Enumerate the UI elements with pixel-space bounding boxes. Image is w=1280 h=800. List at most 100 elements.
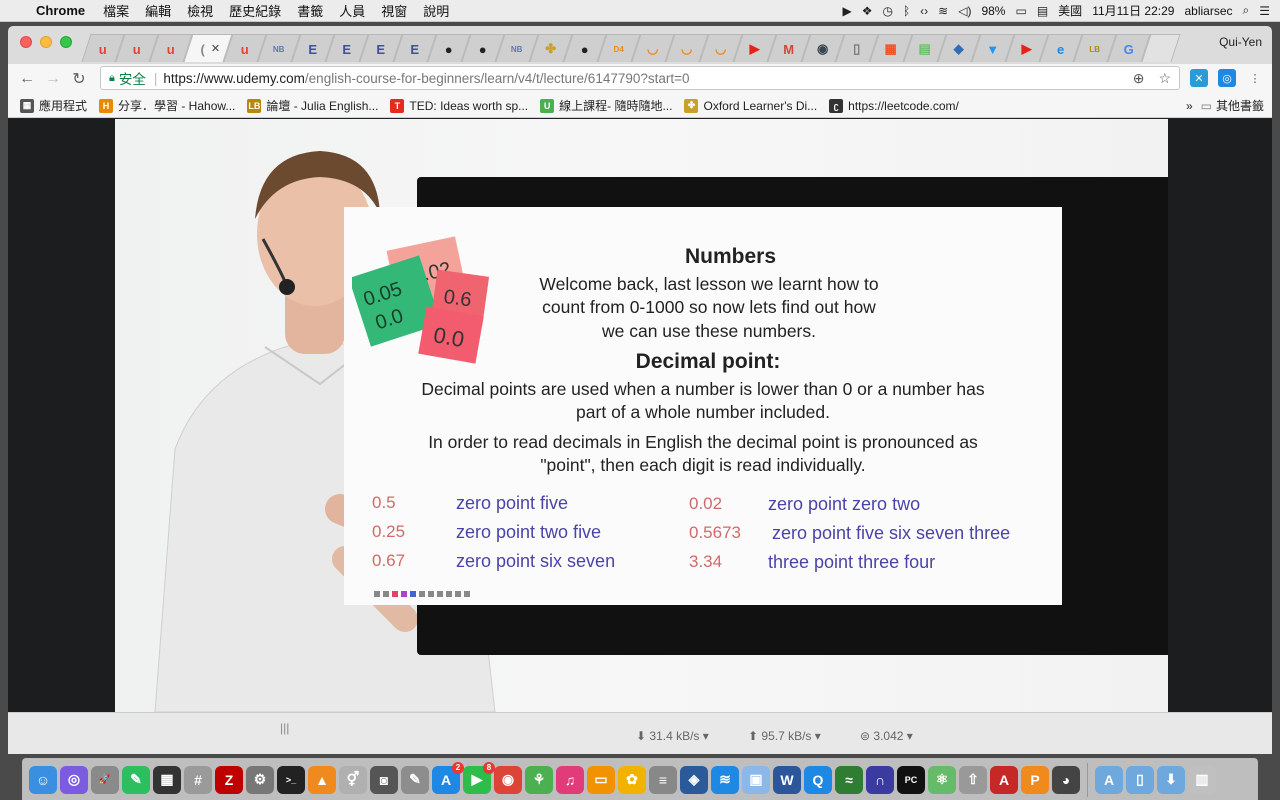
bookmark-item[interactable]: ▦ 應用程式 xyxy=(20,97,87,114)
preview-icon[interactable]: ▣ xyxy=(742,765,770,794)
rocket-icon[interactable]: ⇧ xyxy=(959,765,987,794)
filezilla-icon[interactable]: Z xyxy=(215,765,243,794)
spotlight-icon[interactable]: ⌕ xyxy=(1243,3,1250,18)
profile-button[interactable]: Qui-Yen xyxy=(1219,35,1262,49)
zoom-icon[interactable]: ⊕ xyxy=(1133,70,1145,87)
input-source[interactable]: 美國 xyxy=(1058,2,1082,19)
downloads-folder-icon[interactable]: ⬇ xyxy=(1157,765,1185,794)
menu-history[interactable]: 歷史紀錄 xyxy=(229,1,281,20)
applications-folder-icon[interactable]: A xyxy=(1095,765,1123,794)
address-bar[interactable]: 🔒︎ 安全 | https://www.udemy.com /english-c… xyxy=(100,66,1180,90)
github-icon: ● xyxy=(444,41,453,56)
qq-icon[interactable]: Q xyxy=(804,765,832,794)
monitor-icon[interactable]: ▦ xyxy=(153,765,181,794)
dropbox-icon[interactable]: ❖ xyxy=(862,4,873,18)
volume-icon[interactable]: ◁) xyxy=(958,4,971,18)
card-text: 0.6 xyxy=(442,286,473,312)
menu-people[interactable]: 人員 xyxy=(339,1,365,20)
virtualbox-icon[interactable]: ◈ xyxy=(680,765,708,794)
preferences-icon[interactable]: ⚙ xyxy=(246,765,274,794)
code-icon[interactable]: ‹› xyxy=(920,4,928,18)
dock-glyph: ✿ xyxy=(626,771,638,787)
acrobat-icon[interactable]: A xyxy=(990,765,1018,794)
facetime-icon[interactable]: ▶ 8 xyxy=(463,761,495,794)
itunes-icon[interactable]: ♫ xyxy=(556,765,584,794)
battery-percent[interactable]: 98% xyxy=(981,4,1005,18)
appstore-icon[interactable]: A2 xyxy=(432,761,464,794)
back-button[interactable]: ← xyxy=(14,70,40,88)
user-name[interactable]: abliarsec xyxy=(1184,4,1232,18)
dock-glyph: PC xyxy=(904,774,918,785)
books-icon[interactable]: ▭ xyxy=(587,765,615,794)
splitter-handle[interactable]: ||| xyxy=(280,721,289,735)
example-number: 3.34 xyxy=(689,552,723,571)
extension-x-icon[interactable]: ✕ xyxy=(1190,69,1208,87)
notification-center-icon[interactable]: ☰ xyxy=(1259,4,1270,18)
atom-icon[interactable]: ⚛ xyxy=(928,765,956,794)
extension-o-icon[interactable]: ◎ xyxy=(1218,69,1236,87)
photos-icon[interactable]: ✿ xyxy=(618,765,646,794)
bookmark-item[interactable]: ✤ Oxford Learner's Di... xyxy=(684,98,817,113)
slides-icon[interactable]: P xyxy=(1021,765,1049,794)
battery-icon[interactable]: ▭ xyxy=(1015,4,1026,18)
bookmark-item[interactable]: LB 論壇 - Julia English... xyxy=(247,97,378,114)
clock[interactable]: 11月11日 22:29 xyxy=(1092,2,1174,19)
menu-window[interactable]: 視窗 xyxy=(381,1,407,20)
activity-monitor-icon[interactable]: ≈ xyxy=(835,765,863,794)
evernote-icon[interactable]: ✎ xyxy=(122,765,150,794)
menu-view[interactable]: 檢視 xyxy=(187,1,213,20)
menu-help[interactable]: 說明 xyxy=(423,1,449,20)
word-icon[interactable]: W xyxy=(773,765,801,794)
close-tab-icon[interactable]: ✕ xyxy=(211,42,220,55)
app-menu[interactable]: Chrome xyxy=(36,3,85,18)
vlc-icon[interactable]: ▲ xyxy=(308,765,336,794)
finder-icon[interactable]: ☺ xyxy=(29,765,57,794)
folder-icon: ▭ xyxy=(1200,98,1212,113)
bookmark-star-icon[interactable]: ☆ xyxy=(1158,70,1171,87)
bookmark-item[interactable]: U 線上課程- 隨時隨地... xyxy=(540,97,672,114)
maximize-window-button[interactable] xyxy=(60,36,72,48)
dock-glyph: P xyxy=(1030,771,1040,788)
siri-icon[interactable]: ◎ xyxy=(60,765,88,794)
bookmark-item[interactable]: ʗ https://leetcode.com/ xyxy=(829,98,959,113)
database-icon[interactable]: ≡ xyxy=(649,765,677,794)
other-bookmarks-folder[interactable]: 其他書籤 xyxy=(1216,97,1264,114)
wifi-icon[interactable]: ≋ xyxy=(711,765,739,794)
bookmark-item[interactable]: H 分享．學習 - Hahow... xyxy=(99,97,235,114)
reload-button[interactable]: ↻ xyxy=(66,69,92,89)
dock-glyph: >_ xyxy=(285,774,297,785)
camera-icon[interactable]: ◙ xyxy=(370,765,398,794)
dock-glyph: ⚙ xyxy=(253,771,267,787)
launchpad-icon[interactable]: 🚀 xyxy=(91,765,119,794)
pycharm-icon[interactable]: PC xyxy=(897,765,925,794)
headphones-icon[interactable]: ∩ xyxy=(866,765,894,794)
share-ratio[interactable]: ⊜ 3.042 ▾ xyxy=(860,729,913,743)
close-window-button[interactable] xyxy=(20,36,32,48)
trash-icon[interactable]: ▥ xyxy=(1188,765,1216,794)
sourcetree-icon[interactable]: ⚘ xyxy=(525,765,553,794)
bookmark-item[interactable]: T TED: Ideas worth sp... xyxy=(390,98,528,113)
documents-folder-icon[interactable]: ▯ xyxy=(1126,765,1154,794)
chrome-menu-icon[interactable]: ⋮ xyxy=(1246,69,1264,87)
youtube-icon: ▶ xyxy=(749,40,760,56)
script-editor-icon[interactable]: # xyxy=(184,765,212,794)
menu-edit[interactable]: 編輯 xyxy=(145,1,171,20)
menu-file[interactable]: 檔案 xyxy=(103,1,129,20)
pencil-icon[interactable]: ✎ xyxy=(401,765,429,794)
forward-button[interactable]: → xyxy=(40,70,66,88)
panda-icon[interactable]: ◕ xyxy=(1052,765,1080,794)
time-machine-icon[interactable]: ◷ xyxy=(882,4,892,18)
terminal-icon[interactable]: >_ xyxy=(277,765,305,794)
chrome-icon[interactable]: ◉ xyxy=(494,765,522,794)
upload-rate[interactable]: ⬆ 95.7 kB/s ▾ xyxy=(748,729,821,743)
wifi-icon[interactable]: ≋ xyxy=(938,4,948,18)
menu-bookmarks[interactable]: 書籤 xyxy=(297,1,323,20)
bluetooth-icon[interactable]: ᛒ xyxy=(903,4,910,18)
gender-icon[interactable]: ⚥ xyxy=(339,765,367,794)
minimize-window-button[interactable] xyxy=(40,36,52,48)
bookmark-label: 論壇 - Julia English... xyxy=(266,99,379,113)
play-icon[interactable]: ▶ xyxy=(842,4,851,18)
us-flag-icon[interactable]: ▤ xyxy=(1037,4,1048,18)
bookmarks-overflow-button[interactable]: » xyxy=(1186,99,1193,113)
download-rate[interactable]: ⬇ 31.4 kB/s ▾ xyxy=(636,729,709,743)
